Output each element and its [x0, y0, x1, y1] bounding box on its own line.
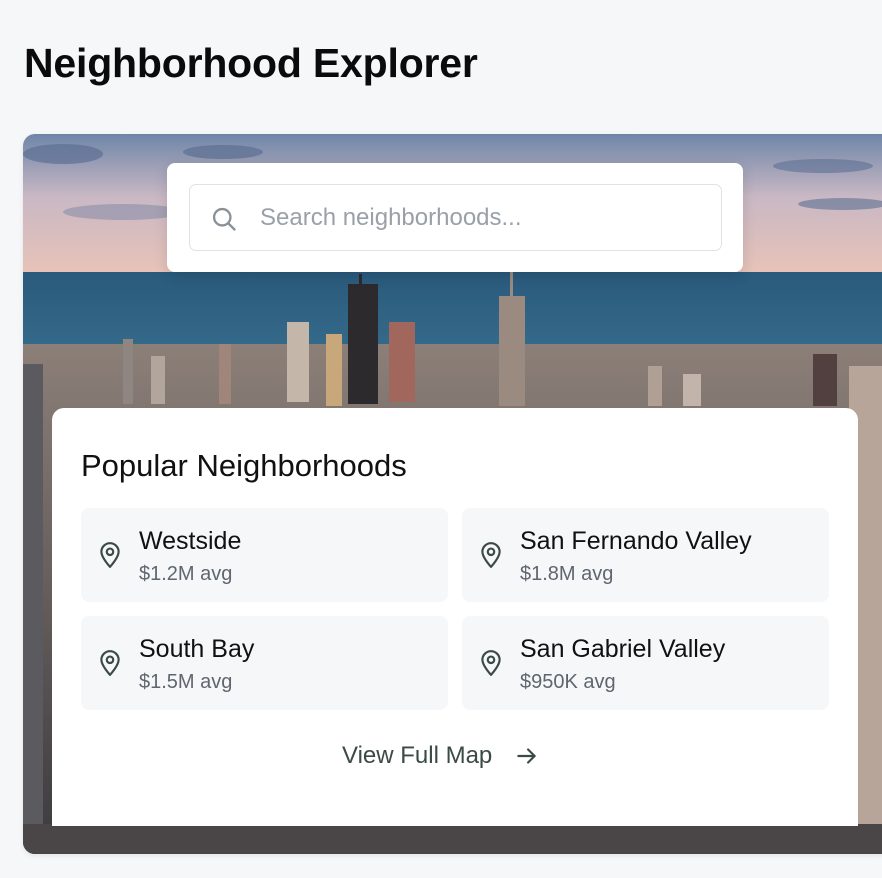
neighborhood-price: $950K avg — [520, 671, 616, 693]
section-title: Popular Neighborhoods — [81, 448, 407, 483]
view-full-map-label: View Full Map — [342, 742, 493, 769]
neighborhood-name: Westside — [139, 527, 242, 555]
neighborhood-price: $1.8M avg — [520, 563, 614, 585]
city-skyline-hero-image: Popular Neighborhoods Westside $1.2M avg… — [23, 134, 882, 854]
view-full-map-link[interactable]: View Full Map — [342, 742, 540, 770]
page-title: Neighborhood Explorer — [24, 40, 478, 86]
map-pin-icon — [481, 650, 501, 676]
map-pin-icon — [481, 542, 501, 568]
map-pin-icon — [100, 650, 120, 676]
neighborhood-name: South Bay — [139, 635, 255, 663]
neighborhood-card-south-bay[interactable]: South Bay $1.5M avg — [81, 616, 448, 710]
neighborhood-card-san-gabriel-valley[interactable]: San Gabriel Valley $950K avg — [462, 616, 829, 710]
neighborhood-name: San Fernando Valley — [520, 527, 752, 555]
neighborhood-card-westside[interactable]: Westside $1.2M avg — [81, 508, 448, 602]
search-card — [167, 163, 743, 272]
search-input[interactable] — [260, 197, 700, 239]
map-pin-icon — [100, 542, 120, 568]
arrow-right-icon — [517, 748, 536, 764]
popular-neighborhoods-panel: Popular Neighborhoods Westside $1.2M avg… — [52, 408, 858, 826]
search-box[interactable] — [189, 184, 722, 251]
neighborhood-name: San Gabriel Valley — [520, 635, 726, 663]
neighborhood-price: $1.2M avg — [139, 563, 233, 585]
search-icon — [212, 207, 236, 231]
neighborhood-card-san-fernando-valley[interactable]: San Fernando Valley $1.8M avg — [462, 508, 829, 602]
neighborhood-price: $1.5M avg — [139, 671, 233, 693]
